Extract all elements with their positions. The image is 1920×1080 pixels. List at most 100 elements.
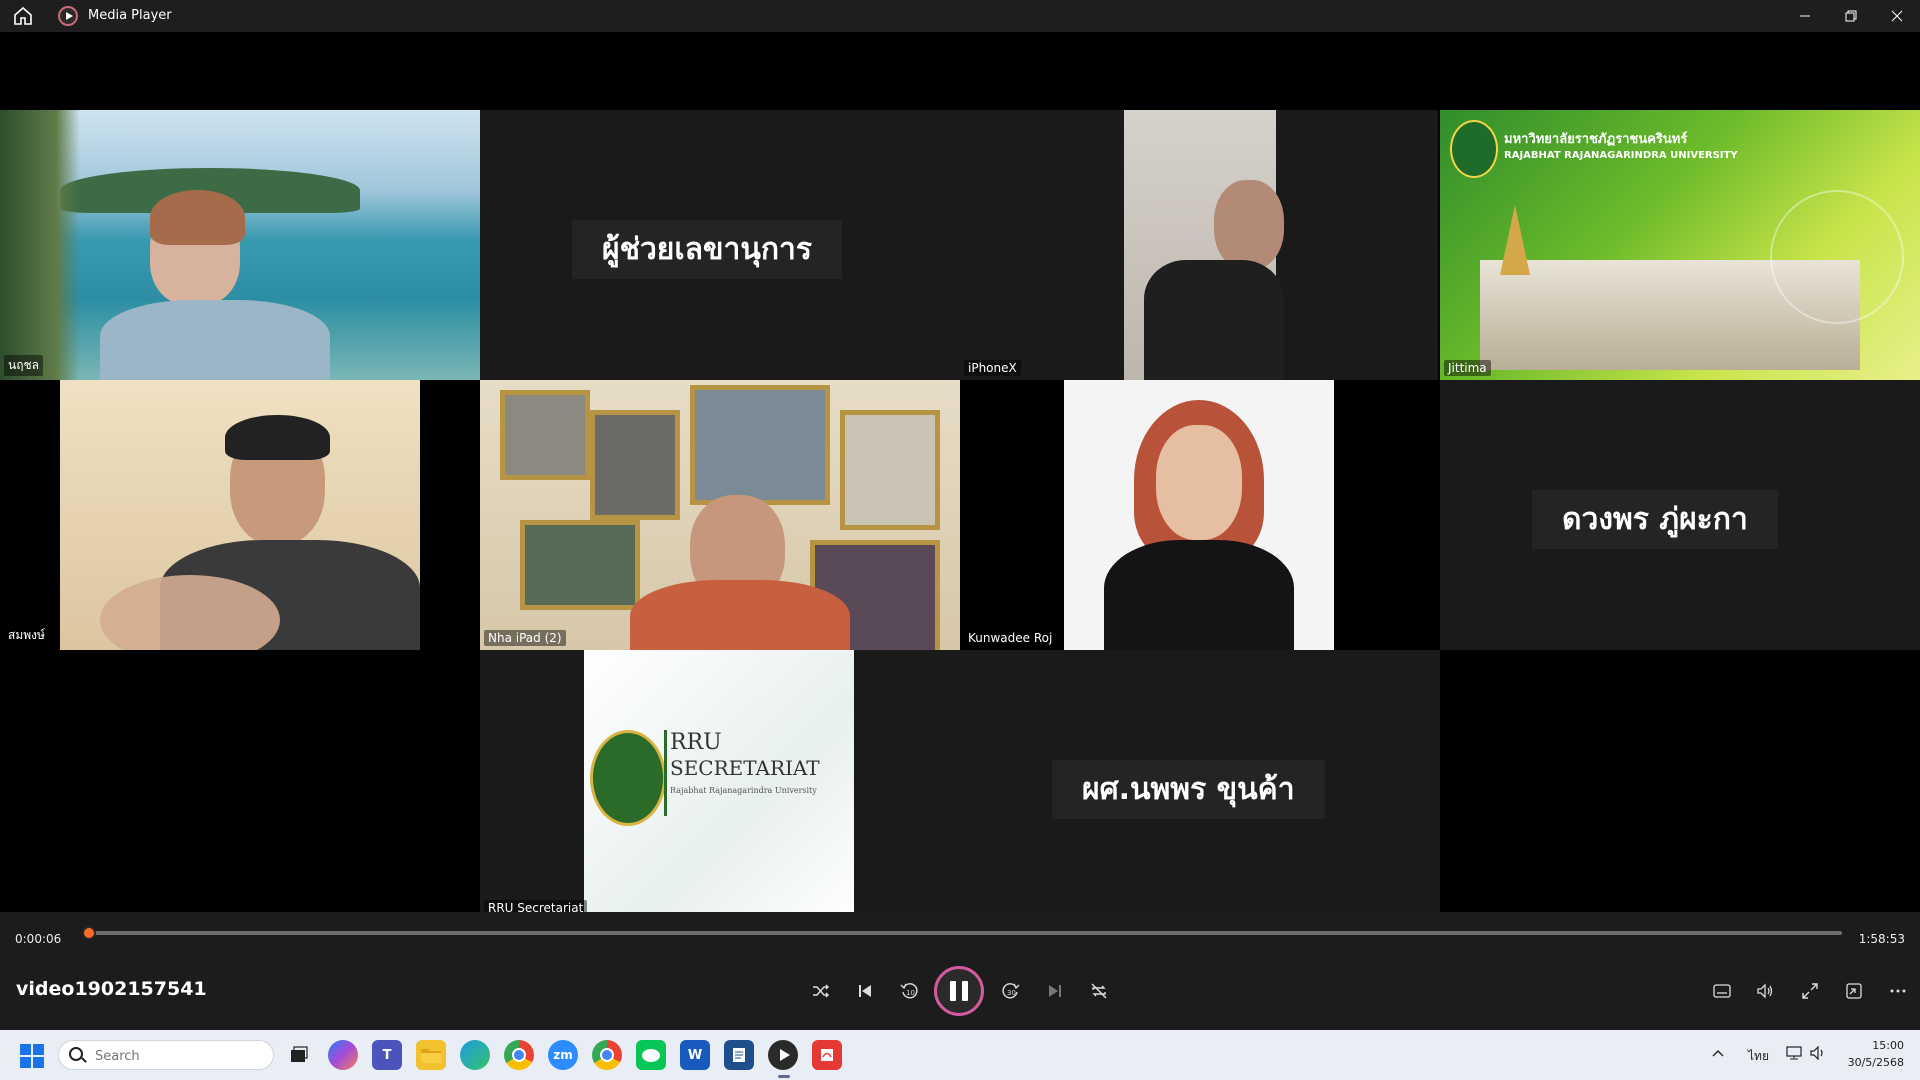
seek-bar[interactable]	[88, 931, 1842, 935]
participant-name: Kunwadee Roj	[964, 630, 1057, 646]
document-app[interactable]	[724, 1040, 754, 1070]
network-button[interactable]	[1786, 1046, 1802, 1063]
previous-button[interactable]	[849, 975, 881, 1007]
participant-tile[interactable]: Kunwadee Roj	[960, 380, 1440, 650]
shuffle-icon	[813, 984, 829, 998]
teams-icon: T	[382, 1047, 392, 1063]
fullscreen-button[interactable]	[1794, 975, 1826, 1007]
logo-text-rru: RRU	[670, 730, 722, 755]
volume-button[interactable]	[1749, 975, 1781, 1007]
edge-app[interactable]	[460, 1040, 490, 1070]
clock-time: 15:00	[1872, 1039, 1904, 1052]
participant-tile[interactable]: สมพงษ์	[0, 380, 480, 650]
participant-tile[interactable]: ดวงพร ภู่ผะกา	[1440, 380, 1920, 650]
university-logo-icon	[590, 730, 666, 826]
pause-icon	[950, 981, 956, 1001]
chrome-profile-app[interactable]	[592, 1040, 622, 1070]
chrome-app[interactable]	[504, 1040, 534, 1070]
next-button[interactable]	[1039, 975, 1071, 1007]
minimize-icon	[1800, 15, 1810, 17]
video-feed	[1064, 380, 1334, 650]
mini-player-button[interactable]	[1838, 975, 1870, 1007]
video-stage[interactable]: นฤชล ผู้ช่วยเลขานุการ iPhoneX มหาวิทยาลั…	[0, 32, 1920, 920]
more-options-button[interactable]	[1882, 975, 1914, 1007]
active-app-indicator	[778, 1075, 790, 1078]
participant-name: นฤชล	[4, 355, 43, 376]
task-view-button[interactable]	[284, 1040, 314, 1070]
participant-tile[interactable]: RRU SECRETARIAT Rajabhat Rajanagarindra …	[480, 650, 960, 920]
banner-english-text: RAJABHAT RAJANAGARINDRA UNIVERSITY	[1504, 150, 1738, 161]
show-hidden-icons-button[interactable]	[1712, 1046, 1724, 1060]
shuffle-button[interactable]	[805, 975, 837, 1007]
speaker-icon	[1810, 1045, 1823, 1061]
document-icon	[733, 1048, 745, 1062]
rewind-10-button[interactable]: 10	[893, 975, 925, 1007]
word-icon: W	[687, 1047, 703, 1063]
forward-30-button[interactable]: 30	[995, 975, 1027, 1007]
person-body	[630, 580, 850, 650]
playback-controls: 0:00:06 1:58:53 video1902157541 10 30	[0, 912, 1920, 1030]
minimize-button[interactable]	[1782, 0, 1828, 32]
participant-tile[interactable]: มหาวิทยาลัยราชภัฏราชนครินทร์ RAJABHAT RA…	[1440, 110, 1920, 380]
pause-icon-bar	[962, 981, 968, 1001]
person-head	[1214, 180, 1284, 270]
windows-start-button[interactable]	[20, 1044, 44, 1068]
seek-thumb[interactable]	[82, 926, 97, 940]
taskbar: T zm W ไทย 15:00 30/5/2568	[0, 1030, 1920, 1080]
language-indicator[interactable]: ไทย	[1748, 1047, 1769, 1066]
title-bar: Media Player	[0, 0, 1920, 32]
svg-text:30: 30	[1007, 989, 1016, 997]
skip-next-icon	[1049, 985, 1061, 997]
word-app[interactable]: W	[680, 1040, 710, 1070]
chrome-icon	[512, 1048, 526, 1062]
globe-icon	[1770, 190, 1904, 324]
participant-tile[interactable]: นฤชล	[0, 110, 480, 380]
chrome-profile-icon	[600, 1048, 614, 1062]
pdf-app[interactable]	[812, 1040, 842, 1070]
line-app[interactable]	[636, 1040, 666, 1070]
close-icon	[1891, 10, 1903, 22]
windows-logo-icon	[20, 1044, 31, 1055]
home-icon[interactable]	[12, 6, 34, 26]
person-hair	[150, 190, 245, 245]
participant-display-name: ผู้ช่วยเลขานุการ	[572, 220, 842, 279]
zoom-icon: zm	[553, 1048, 573, 1062]
total-time: 1:58:53	[1858, 932, 1905, 946]
participant-tile[interactable]: iPhoneX	[960, 110, 1438, 380]
foliage-shape	[0, 110, 80, 380]
repeat-button[interactable]	[1083, 975, 1115, 1007]
folder-icon	[421, 1049, 441, 1063]
file-explorer-app[interactable]	[416, 1040, 446, 1070]
wall-frame	[520, 520, 640, 610]
subtitles-button[interactable]	[1706, 975, 1738, 1007]
copilot-app[interactable]	[328, 1040, 358, 1070]
pdf-icon	[821, 1049, 833, 1061]
system-clock[interactable]: 15:00 30/5/2568	[1848, 1037, 1904, 1071]
pause-button[interactable]	[934, 966, 984, 1016]
participant-tile[interactable]: ผศ.นพพร ขุนค้า	[960, 650, 1440, 920]
forward-30-icon: 30	[1002, 983, 1020, 999]
mini-player-icon	[1846, 983, 1862, 999]
wall-frame	[500, 390, 590, 480]
banner-thai-text: มหาวิทยาลัยราชภัฏราชนครินทร์	[1504, 132, 1688, 147]
fullscreen-icon	[1802, 983, 1818, 999]
participant-tile[interactable]: Nha iPad (2)	[480, 380, 960, 650]
volume-tray-button[interactable]	[1810, 1045, 1826, 1063]
windows-logo-pane	[33, 1057, 44, 1068]
participant-name: iPhoneX	[964, 360, 1021, 376]
taskbar-search[interactable]	[58, 1040, 274, 1070]
more-icon	[1890, 989, 1906, 993]
teams-app[interactable]: T	[372, 1040, 402, 1070]
line-chat-icon	[642, 1048, 660, 1062]
close-button[interactable]	[1874, 0, 1920, 32]
search-input[interactable]	[93, 1045, 267, 1067]
logo-divider	[664, 730, 667, 816]
chevron-up-icon	[1712, 1050, 1724, 1057]
network-icon	[1786, 1046, 1802, 1060]
media-player-app[interactable]	[768, 1040, 798, 1070]
person-hair	[225, 415, 330, 460]
rewind-10-icon: 10	[900, 983, 918, 999]
restore-button[interactable]	[1828, 0, 1874, 32]
zoom-app[interactable]: zm	[548, 1040, 578, 1070]
participant-display-name: ดวงพร ภู่ผะกา	[1532, 490, 1778, 549]
